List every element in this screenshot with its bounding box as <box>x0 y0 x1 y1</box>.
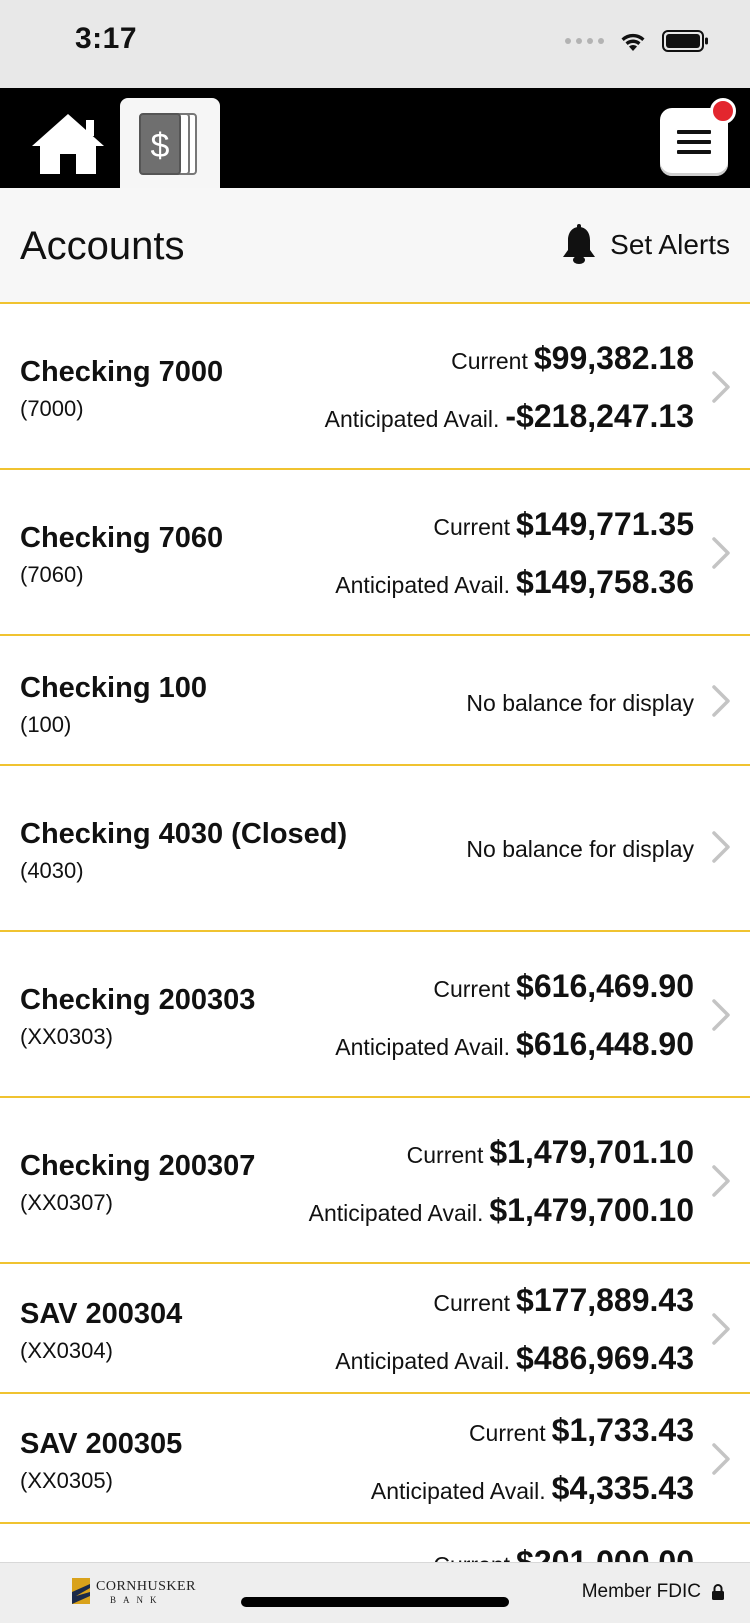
chevron-right-icon <box>712 1313 730 1345</box>
current-value: $616,469.90 <box>516 968 694 1004</box>
page-header: Accounts Set Alerts <box>0 188 750 304</box>
account-number: (XX0304) <box>20 1338 113 1363</box>
footer-bar: CORNHUSKER BANK Member FDIC <box>0 1562 750 1623</box>
anticipated-value: $616,448.90 <box>516 1026 694 1062</box>
account-number: (4030) <box>20 858 84 883</box>
set-alerts-label: Set Alerts <box>610 229 730 260</box>
account-list: Checking 7000 (7000) Current $99,382.18 … <box>0 304 750 1584</box>
current-value: $1,733.43 <box>551 1412 694 1448</box>
chevron-right-icon <box>712 999 730 1031</box>
current-balance: Current $1,479,701.10 <box>407 1134 694 1171</box>
set-alerts-button[interactable]: Set Alerts <box>560 224 730 266</box>
current-value: $149,771.35 <box>516 506 694 542</box>
anticipated-value: $4,335.43 <box>551 1470 694 1506</box>
anticipated-value: $1,479,700.10 <box>489 1192 694 1228</box>
account-row[interactable]: SAV 200305 (XX0305) Current $1,733.43 An… <box>0 1394 750 1524</box>
home-indicator[interactable] <box>241 1597 509 1607</box>
account-row[interactable]: Checking 100 (100) No balance for displa… <box>0 636 750 766</box>
current-value: $1,479,701.10 <box>489 1134 694 1170</box>
chevron-right-icon <box>712 831 730 863</box>
account-number: (XX0305) <box>20 1468 113 1493</box>
account-name: Checking 200303 <box>20 984 256 1016</box>
battery-icon <box>662 30 708 52</box>
anticipated-balance: Anticipated Avail. $1,479,700.10 <box>309 1192 694 1229</box>
account-name: SAV 200305 <box>20 1428 183 1460</box>
member-fdic: Member FDIC <box>582 1581 725 1603</box>
anticipated-value: -$218,247.13 <box>505 398 694 434</box>
account-number: (XX0307) <box>20 1190 113 1215</box>
current-value: $177,889.43 <box>516 1282 694 1318</box>
bell-icon <box>563 224 596 264</box>
current-label: Current <box>451 348 528 374</box>
lock-icon <box>712 1584 724 1600</box>
account-row[interactable]: Checking 200303 (XX0303) Current $616,46… <box>0 932 750 1098</box>
no-balance-text: No balance for display <box>466 836 694 862</box>
account-name: Checking 7060 <box>20 522 224 554</box>
anticipated-balance: Anticipated Avail. $616,448.90 <box>335 1026 694 1063</box>
top-nav-bar: $ <box>0 88 750 188</box>
anticipated-value: $486,969.43 <box>516 1340 694 1376</box>
chevron-right-icon <box>712 1443 730 1475</box>
home-icon <box>32 114 104 174</box>
svg-text:$: $ <box>151 127 170 165</box>
dollar-stack-icon: $ <box>139 113 197 175</box>
account-number: (100) <box>20 712 72 737</box>
current-label: Current <box>433 1290 511 1316</box>
bank-name-sub: BANK <box>110 1595 164 1605</box>
status-icons <box>565 26 710 56</box>
current-balance: Current $1,733.43 <box>469 1412 694 1449</box>
current-label: Current <box>433 976 511 1002</box>
page-title: Accounts <box>20 224 185 268</box>
bank-logo-icon <box>72 1578 90 1604</box>
account-name: Checking 100 <box>20 672 207 704</box>
anticipated-label: Anticipated Avail. <box>335 572 511 598</box>
anticipated-balance: Anticipated Avail. -$218,247.13 <box>325 398 694 435</box>
anticipated-label: Anticipated Avail. <box>335 1348 511 1374</box>
anticipated-label: Anticipated Avail. <box>308 1200 484 1226</box>
bank-logo: CORNHUSKER BANK <box>72 1577 196 1605</box>
anticipated-label: Anticipated Avail. <box>370 1478 546 1504</box>
account-name: Checking 7000 <box>20 356 224 388</box>
anticipated-label: Anticipated Avail. <box>324 406 500 432</box>
account-row[interactable]: Checking 4030 (Closed) (4030) No balance… <box>0 766 750 932</box>
notification-dot <box>710 98 736 124</box>
account-name: SAV 200304 <box>20 1298 183 1330</box>
account-number: (7000) <box>20 396 84 421</box>
home-button[interactable] <box>28 108 108 180</box>
status-time: 3:17 <box>75 22 138 55</box>
anticipated-balance: Anticipated Avail. $149,758.36 <box>335 564 694 601</box>
current-balance: Current $99,382.18 <box>451 340 694 377</box>
account-row[interactable]: Checking 7060 (7060) Current $149,771.35… <box>0 470 750 636</box>
chevron-right-icon <box>712 1165 730 1197</box>
chevron-right-icon <box>712 537 730 569</box>
status-bar: 3:17 <box>0 0 750 88</box>
account-row[interactable]: Checking 200307 (XX0307) Current $1,479,… <box>0 1098 750 1264</box>
current-label: Current <box>433 514 511 540</box>
menu-button[interactable] <box>660 98 736 176</box>
accounts-tab[interactable]: $ <box>120 98 220 188</box>
current-value: $99,382.18 <box>533 340 694 376</box>
current-label: Current <box>468 1420 546 1446</box>
anticipated-label: Anticipated Avail. <box>335 1034 511 1060</box>
current-balance: Current $616,469.90 <box>433 968 694 1005</box>
anticipated-balance: Anticipated Avail. $4,335.43 <box>371 1470 694 1507</box>
fdic-label: Member FDIC <box>581 1581 701 1602</box>
no-balance-text: No balance for display <box>466 690 694 716</box>
current-label: Current <box>406 1142 484 1168</box>
chevron-right-icon <box>712 685 730 717</box>
account-name: Checking 4030 (Closed) <box>20 818 348 850</box>
cellular-signal-icon <box>565 38 604 44</box>
anticipated-balance: Anticipated Avail. $486,969.43 <box>335 1340 694 1377</box>
account-name: Checking 200307 <box>20 1150 256 1182</box>
account-number: (7060) <box>20 562 84 587</box>
wifi-icon <box>621 33 645 51</box>
account-row[interactable]: Checking 7000 (7000) Current $99,382.18 … <box>0 304 750 470</box>
account-number: (XX0303) <box>20 1024 113 1049</box>
account-row[interactable]: SAV 200304 (XX0304) Current $177,889.43 … <box>0 1264 750 1394</box>
current-balance: Current $149,771.35 <box>433 506 694 543</box>
current-balance: Current $177,889.43 <box>433 1282 694 1319</box>
anticipated-value: $149,758.36 <box>516 564 694 600</box>
chevron-right-icon <box>712 371 730 403</box>
bank-name: CORNHUSKER <box>96 1579 196 1594</box>
